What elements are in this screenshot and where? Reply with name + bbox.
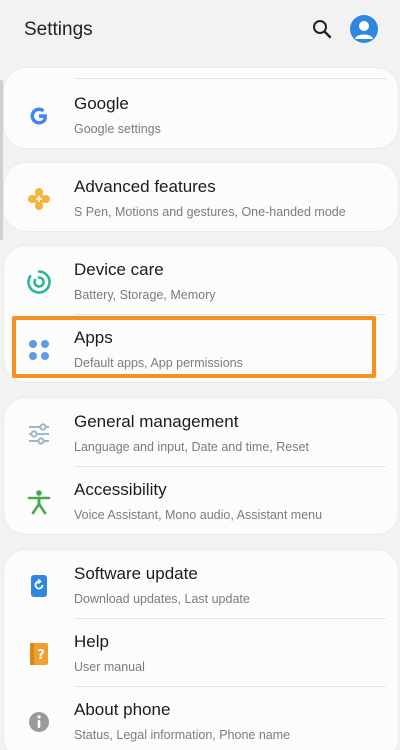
software-update-icon <box>26 573 52 599</box>
settings-item-apps[interactable]: Apps Default apps, App permissions <box>4 314 398 382</box>
divider <box>74 78 386 79</box>
settings-item-subtitle: Battery, Storage, Memory <box>74 288 216 302</box>
settings-item-google[interactable]: Google Google settings <box>4 80 398 148</box>
settings-item-help[interactable]: ? Help User manual <box>4 618 398 686</box>
sliders-icon <box>26 421 52 447</box>
profile-avatar-icon[interactable] <box>350 15 378 43</box>
settings-card-general: General management Language and input, D… <box>4 398 398 534</box>
settings-item-general-management[interactable]: General management Language and input, D… <box>4 398 398 466</box>
svg-text:?: ? <box>37 648 45 663</box>
settings-item-software-update[interactable]: Software update Download updates, Last u… <box>4 550 398 618</box>
settings-item-device-care[interactable]: Device care Battery, Storage, Memory <box>4 246 398 314</box>
settings-item-subtitle: Download updates, Last update <box>74 592 250 606</box>
settings-item-title: Software update <box>74 564 198 583</box>
settings-item-subtitle: Voice Assistant, Mono audio, Assistant m… <box>74 508 323 522</box>
search-icon[interactable] <box>310 17 334 41</box>
settings-item-title: General management <box>74 412 239 431</box>
settings-item-title: Help <box>74 632 109 651</box>
puzzle-icon <box>26 186 52 212</box>
settings-item-title: Advanced features <box>74 177 216 196</box>
info-icon <box>26 709 52 735</box>
settings-item-advanced-features[interactable]: Advanced features S Pen, Motions and ges… <box>4 163 398 231</box>
settings-item-subtitle: S Pen, Motions and gestures, One-handed … <box>74 205 346 219</box>
settings-item-subtitle: Default apps, App permissions <box>74 356 243 370</box>
settings-card-google: Google Google settings <box>4 68 398 148</box>
accessibility-icon <box>26 489 52 515</box>
google-icon <box>26 103 52 129</box>
settings-item-title: Accessibility <box>74 480 167 499</box>
app-header: Settings <box>0 0 400 62</box>
settings-item-subtitle: Google settings <box>74 122 161 136</box>
settings-card-device: Device care Battery, Storage, Memory App… <box>4 246 398 382</box>
settings-item-title: Google <box>74 94 129 113</box>
settings-item-title: About phone <box>74 700 171 719</box>
page-title: Settings <box>24 19 93 40</box>
settings-item-subtitle: User manual <box>74 660 145 674</box>
settings-item-subtitle: Language and input, Date and time, Reset <box>74 440 309 454</box>
settings-item-title: Apps <box>74 328 113 347</box>
device-care-icon <box>26 269 52 295</box>
settings-item-accessibility[interactable]: Accessibility Voice Assistant, Mono audi… <box>4 466 398 534</box>
settings-card-advanced: Advanced features S Pen, Motions and ges… <box>4 163 398 231</box>
help-icon: ? <box>26 641 52 667</box>
apps-grid-icon <box>26 337 52 363</box>
settings-card-support: Software update Download updates, Last u… <box>4 550 398 750</box>
scroll-indicator <box>0 80 3 240</box>
settings-item-subtitle: Status, Legal information, Phone name <box>74 728 291 742</box>
settings-item-title: Device care <box>74 260 164 279</box>
settings-item-about-phone[interactable]: About phone Status, Legal information, P… <box>4 686 398 750</box>
